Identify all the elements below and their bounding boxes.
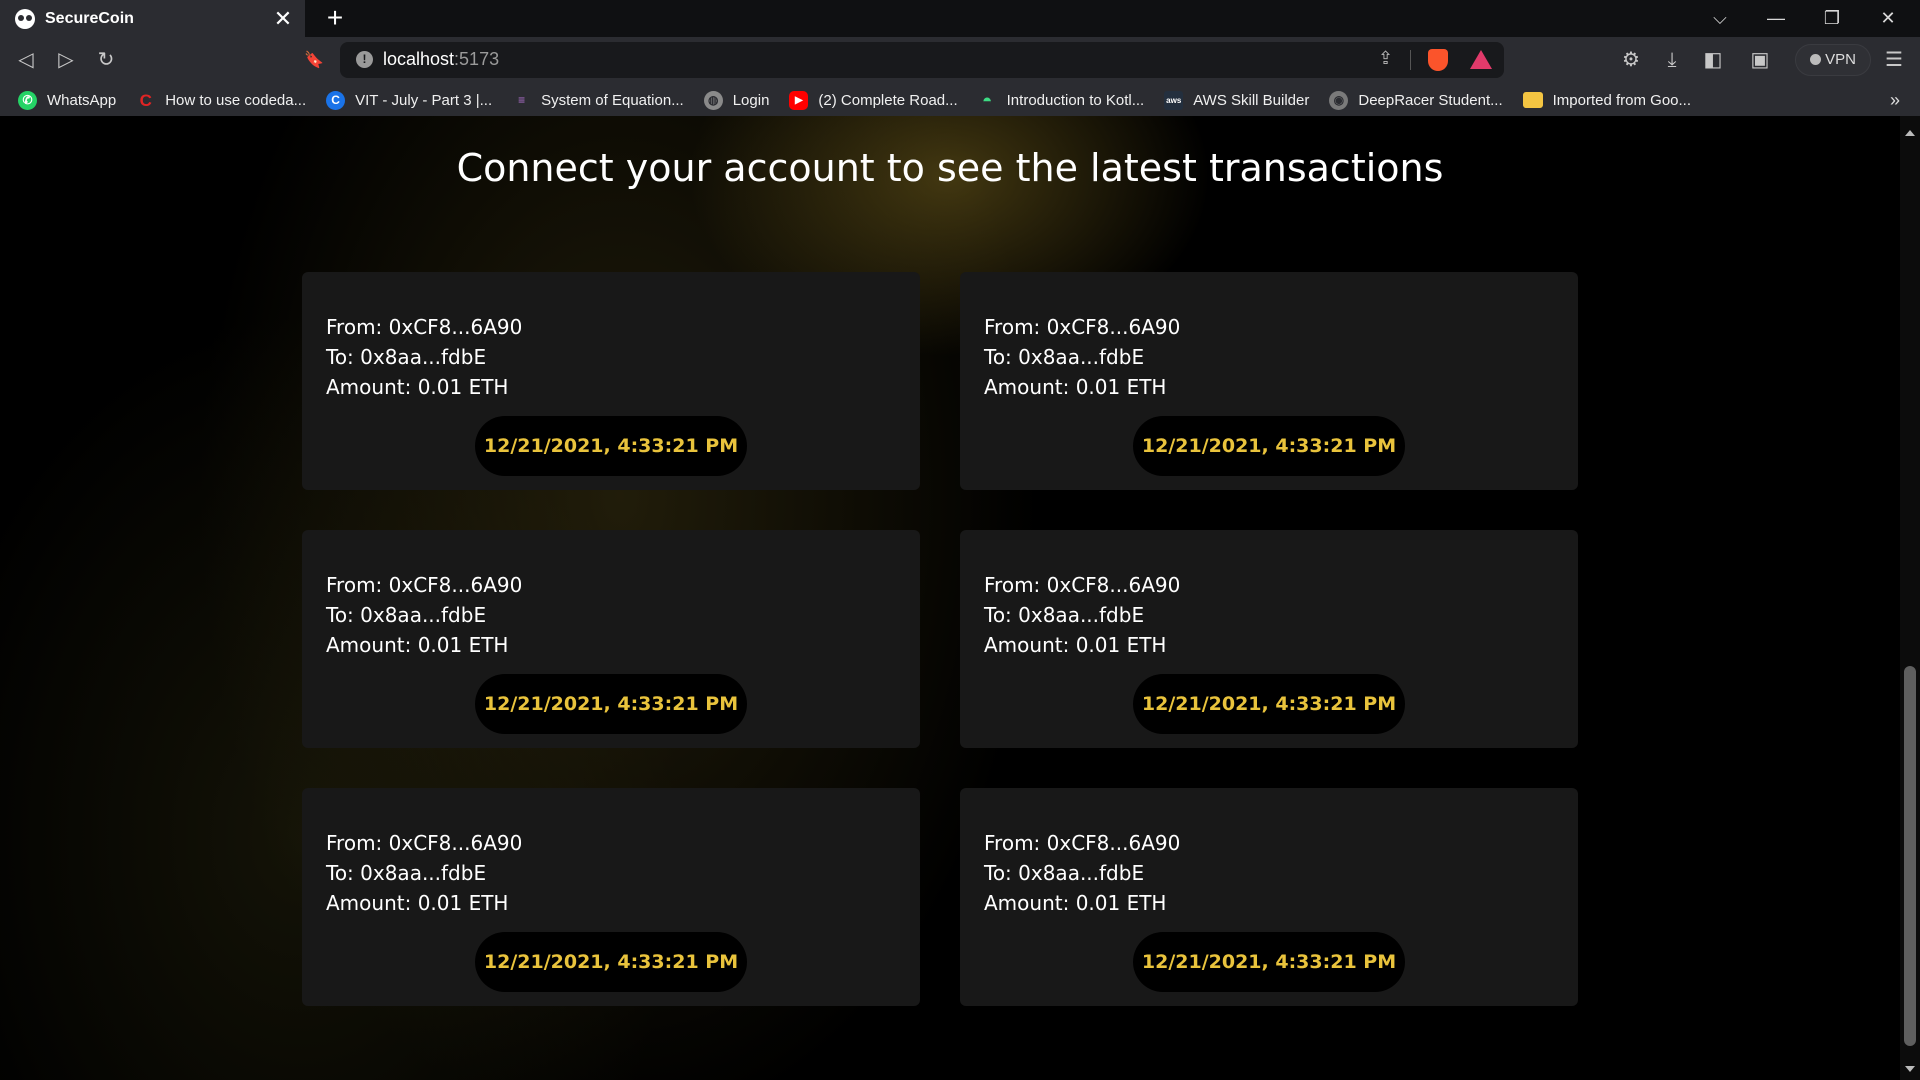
vpn-button[interactable]: VPN <box>1795 44 1871 76</box>
transaction-amount: Amount: 0.01 ETH <box>984 633 1167 657</box>
whatsapp-icon: ✆ <box>18 90 37 110</box>
transaction-timestamp: 12/21/2021, 4:33:21 PM <box>1133 932 1405 992</box>
bookmarks-bar: ✆ WhatsApp C How to use codeda... C VIT … <box>0 84 1920 116</box>
transaction-amount: Amount: 0.01 ETH <box>984 891 1167 915</box>
bookmark-aws-skill-builder[interactable]: aws AWS Skill Builder <box>1164 90 1309 110</box>
transaction-amount: Amount: 0.01 ETH <box>326 891 509 915</box>
close-window-button[interactable]: ✕ <box>1860 0 1916 37</box>
transaction-card: From: 0xCF8...6A90 To: 0x8aa...fdbE Amou… <box>302 272 920 490</box>
bookmark-deepracer[interactable]: ◉ DeepRacer Student... <box>1329 90 1503 110</box>
vpn-status-icon <box>1810 54 1822 65</box>
tab-strip: SecureCoin ✕ + ⌵ — ❐ ✕ <box>0 0 1920 37</box>
bookmark-vit[interactable]: C VIT - July - Part 3 |... <box>326 90 492 110</box>
page-heading: Connect your account to see the latest t… <box>456 146 1444 190</box>
bookmark-login[interactable]: ◍ Login <box>703 90 769 110</box>
transaction-from: From: 0xCF8...6A90 <box>326 315 523 339</box>
bookmark-codedamn[interactable]: C How to use codeda... <box>136 90 307 110</box>
folder-icon <box>1522 92 1543 108</box>
scrollbar-thumb[interactable] <box>1904 666 1916 1046</box>
address-bar[interactable]: ! localhost:5173 ⇪ <box>340 42 1504 78</box>
transaction-to: To: 0x8aa...fdbE <box>984 861 1145 885</box>
brave-rewards-icon[interactable] <box>1470 50 1492 69</box>
transaction-to: To: 0x8aa...fdbE <box>326 603 487 627</box>
tab-title: SecureCoin <box>45 9 134 27</box>
restore-button[interactable]: ❐ <box>1804 0 1860 37</box>
transaction-from: From: 0xCF8...6A90 <box>326 573 523 597</box>
transaction-amount: Amount: 0.01 ETH <box>984 375 1167 399</box>
transaction-from: From: 0xCF8...6A90 <box>326 831 523 855</box>
forward-button[interactable]: ▷ <box>48 37 84 84</box>
transaction-to: To: 0x8aa...fdbE <box>984 603 1145 627</box>
scroll-down-icon[interactable] <box>1905 1066 1915 1072</box>
url-text[interactable]: localhost:5173 <box>383 49 499 70</box>
codechef-icon: C <box>139 90 152 110</box>
address-divider <box>1410 50 1411 70</box>
extensions-icon[interactable]: ⚙ <box>1613 37 1649 84</box>
bookmark-kotlin[interactable]: ◓ Introduction to Kotl... <box>978 90 1144 110</box>
share-icon[interactable]: ⇪ <box>1378 48 1393 69</box>
site-info-icon[interactable]: ! <box>356 51 373 68</box>
bookmark-whatsapp[interactable]: ✆ WhatsApp <box>18 90 116 110</box>
transaction-to: To: 0x8aa...fdbE <box>326 345 487 369</box>
brave-shields-icon[interactable] <box>1428 49 1448 71</box>
page-viewport: Connect your account to see the latest t… <box>0 116 1900 1080</box>
bookmark-youtube-roadmap[interactable]: ▶ (2) Complete Road... <box>789 90 958 110</box>
sidebar-icon[interactable]: ◧ <box>1695 37 1731 84</box>
transaction-timestamp: 12/21/2021, 4:33:21 PM <box>1133 674 1405 734</box>
new-tab-button[interactable]: + <box>320 3 350 33</box>
bookmarks-overflow-icon[interactable]: » <box>1890 84 1900 116</box>
transaction-timestamp: 12/21/2021, 4:33:21 PM <box>475 674 747 734</box>
downloads-icon[interactable]: ⤓ <box>1654 37 1690 84</box>
sketch-icon: ≡ <box>518 92 526 107</box>
transaction-card: From: 0xCF8...6A90 To: 0x8aa...fdbE Amou… <box>960 788 1578 1006</box>
youtube-icon: ▶ <box>789 90 809 110</box>
transaction-card: From: 0xCF8...6A90 To: 0x8aa...fdbE Amou… <box>302 530 920 748</box>
transaction-timestamp: 12/21/2021, 4:33:21 PM <box>475 932 747 992</box>
tab-close-icon[interactable]: ✕ <box>271 6 295 32</box>
wallet-icon[interactable]: ▣ <box>1742 37 1778 84</box>
bookmark-system-of-equations[interactable]: ≡ System of Equation... <box>512 91 684 110</box>
transaction-card: From: 0xCF8...6A90 To: 0x8aa...fdbE Amou… <box>960 272 1578 490</box>
transaction-card: From: 0xCF8...6A90 To: 0x8aa...fdbE Amou… <box>302 788 920 1006</box>
transaction-from: From: 0xCF8...6A90 <box>984 831 1181 855</box>
transaction-from: From: 0xCF8...6A90 <box>984 573 1181 597</box>
page-scrollbar[interactable] <box>1900 116 1920 1080</box>
transaction-to: To: 0x8aa...fdbE <box>984 345 1145 369</box>
minimize-button[interactable]: — <box>1748 0 1804 37</box>
tab-securecoin[interactable]: SecureCoin ✕ <box>0 0 305 37</box>
aws-icon: aws <box>1164 90 1184 110</box>
tab-search-dropdown-icon[interactable]: ⌵ <box>1692 0 1748 37</box>
deepracer-icon: ◉ <box>1329 90 1349 110</box>
globe-icon: ◍ <box>703 90 723 110</box>
android-icon: ◓ <box>982 90 993 110</box>
transaction-timestamp: 12/21/2021, 4:33:21 PM <box>1133 416 1405 476</box>
reload-button[interactable]: ↻ <box>88 37 124 84</box>
bookmark-page-icon[interactable]: 🔖 <box>296 37 332 84</box>
menu-icon[interactable]: ☰ <box>1876 37 1912 84</box>
site-favicon-icon <box>15 8 35 29</box>
transaction-to: To: 0x8aa...fdbE <box>326 861 487 885</box>
browser-toolbar: ◁ ▷ ↻ 🔖 ! localhost:5173 ⇪ ⚙ ⤓ ◧ ▣ VPN ☰ <box>0 37 1920 84</box>
transaction-timestamp: 12/21/2021, 4:33:21 PM <box>475 416 747 476</box>
scroll-up-icon[interactable] <box>1905 130 1915 136</box>
transaction-amount: Amount: 0.01 ETH <box>326 375 509 399</box>
bookmark-folder-imported[interactable]: Imported from Goo... <box>1522 92 1691 109</box>
c-logo-icon: C <box>326 90 346 110</box>
transaction-amount: Amount: 0.01 ETH <box>326 633 509 657</box>
back-button[interactable]: ◁ <box>8 37 44 84</box>
transactions-grid: From: 0xCF8...6A90 To: 0x8aa...fdbE Amou… <box>302 272 1578 1006</box>
transaction-card: From: 0xCF8...6A90 To: 0x8aa...fdbE Amou… <box>960 530 1578 748</box>
transaction-from: From: 0xCF8...6A90 <box>984 315 1181 339</box>
